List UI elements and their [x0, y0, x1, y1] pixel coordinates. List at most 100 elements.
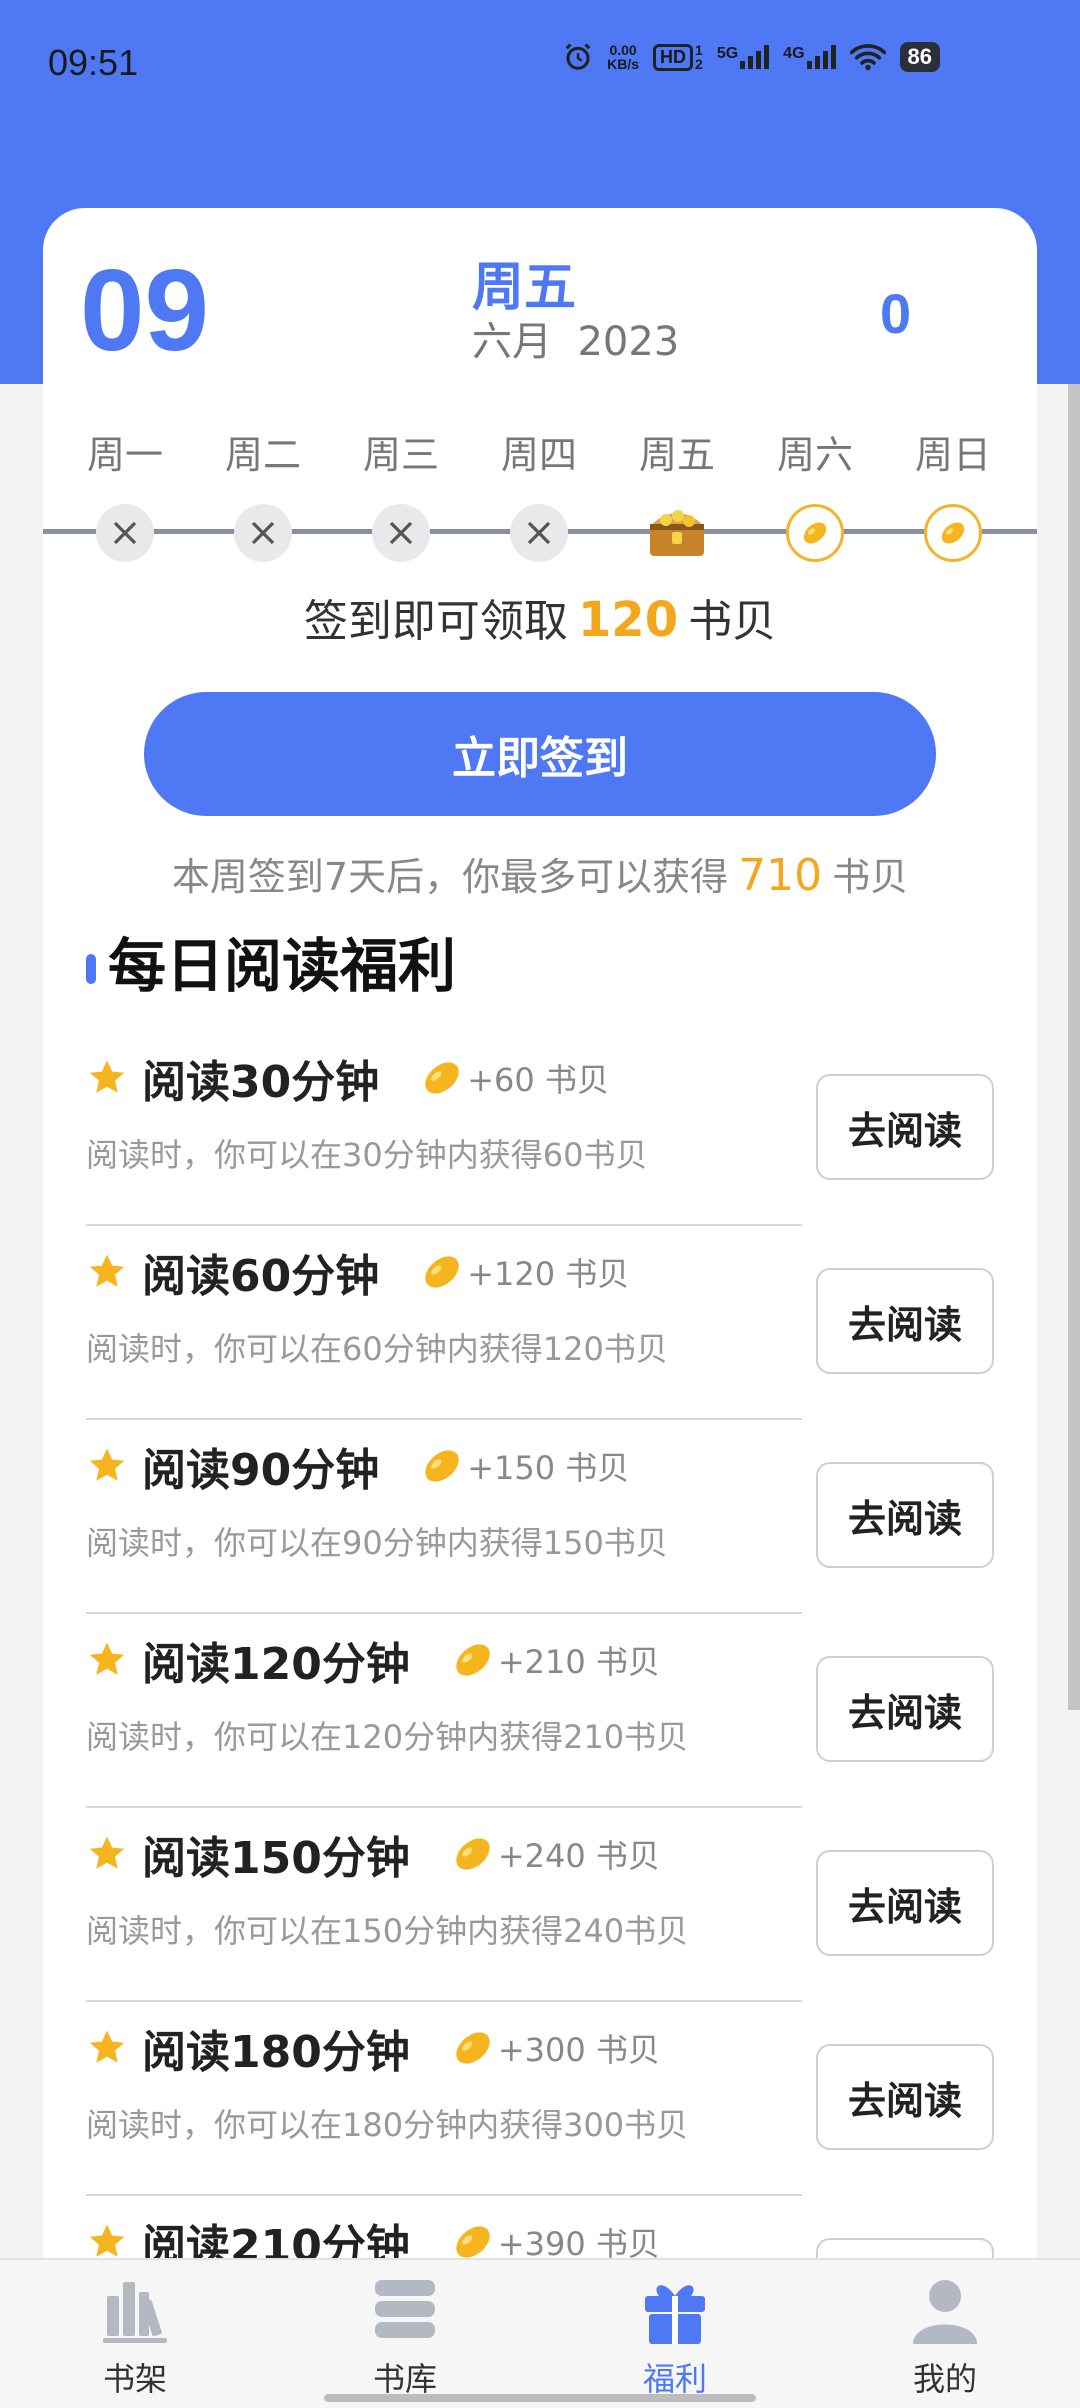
- battery-icon: 86: [899, 42, 940, 72]
- points-balance: 0: [880, 282, 912, 345]
- divider: [86, 1806, 802, 1808]
- divider: [86, 2000, 802, 2002]
- signal-bars-icon: [740, 45, 770, 69]
- nav-item-welfare[interactable]: 福利: [575, 2270, 775, 2400]
- date-day: 09: [80, 245, 210, 375]
- task-item: 阅读150分钟 +240 书贝阅读时，你可以在150分钟内获得240书贝 去阅读: [86, 1824, 1028, 2018]
- task-description: 阅读时，你可以在180分钟内获得300书贝: [86, 2106, 689, 2144]
- bean-coin-icon: [425, 1256, 459, 1288]
- task-reward: +60 书贝: [467, 1061, 609, 1099]
- week-labels: 周一 周二 周三 周四 周五 周六 周日: [82, 424, 1002, 478]
- week-label: 周二: [224, 433, 301, 477]
- task-description: 阅读时，你可以在120分钟内获得210书贝: [86, 1718, 689, 1756]
- bean-coin-icon: [425, 1450, 459, 1482]
- task-reward: +150 书贝: [467, 1449, 630, 1487]
- nav-item-bookshelf[interactable]: 书架: [35, 2270, 235, 2400]
- section-title: 每日阅读福利: [86, 930, 456, 1002]
- nav-item-profile[interactable]: 我的: [845, 2270, 1045, 2400]
- day-missed-icon: [96, 504, 154, 562]
- task-reward: +120 书贝: [467, 1255, 630, 1293]
- gift-icon: [645, 2285, 705, 2344]
- date-month-year: 六月 2023: [472, 319, 680, 365]
- bean-coin-icon: [425, 1062, 459, 1094]
- task-header: 阅读150分钟 +240 书贝: [86, 1824, 660, 1884]
- divider: [86, 1418, 802, 1420]
- nav-item-library[interactable]: 书库: [305, 2270, 505, 2400]
- hd-indicator: HD 12: [653, 43, 703, 71]
- divider: [86, 1224, 802, 1226]
- task-reward: +210 书贝: [497, 1643, 660, 1681]
- task-description: 阅读时，你可以在60分钟内获得120书贝: [86, 1330, 668, 1368]
- week-label: 周六: [776, 433, 853, 477]
- week-label: 周三: [362, 433, 439, 477]
- task-description: 阅读时，你可以在30分钟内获得60书贝: [86, 1136, 648, 1174]
- go-read-button[interactable]: 去阅读: [816, 1850, 994, 1956]
- home-indicator[interactable]: [324, 2394, 756, 2402]
- task-item: 阅读60分钟 +120 书贝阅读时，你可以在60分钟内获得120书贝 去阅读: [86, 1242, 1028, 1436]
- nav-label: 书架: [102, 2360, 167, 2398]
- bean-coin-icon: [456, 1644, 490, 1676]
- week-label: 周四: [500, 433, 577, 477]
- library-icon: [375, 2280, 435, 2338]
- net-speed: 0.00 KB/s: [607, 42, 640, 72]
- task-reward: +300 书贝: [497, 2031, 660, 2069]
- week-label: 周日: [914, 433, 991, 477]
- star-icon: [89, 1642, 125, 1675]
- week-label: 周五: [638, 433, 715, 477]
- go-read-button[interactable]: 去阅读: [816, 1462, 994, 1568]
- week-label: 周一: [86, 433, 163, 477]
- day-missed-icon: [234, 504, 292, 562]
- task-header: 阅读120分钟 +210 书贝: [86, 1630, 660, 1690]
- star-icon: [89, 1836, 125, 1869]
- bottom-nav: 书架 书库 福利 我的: [0, 2258, 1080, 2408]
- task-title: 阅读90分钟: [142, 1445, 380, 1496]
- scrollbar[interactable]: [1068, 384, 1080, 1710]
- day-missed-icon: [510, 504, 568, 562]
- star-icon: [89, 1254, 125, 1287]
- status-icons: 0.00 KB/s HD 12 5G 4G 86: [563, 42, 940, 72]
- task-title: 阅读30分钟: [142, 1057, 380, 1108]
- task-reward: +240 书贝: [497, 1837, 660, 1875]
- signin-reward-hint: 签到即可领取 120 书贝: [303, 592, 777, 648]
- status-bar: 09:51 0.00 KB/s HD 12 5G 4G 86: [0, 0, 1080, 128]
- task-title: 阅读120分钟: [142, 1639, 410, 1690]
- treasure-chest-icon[interactable]: [642, 496, 712, 566]
- star-icon: [89, 1060, 125, 1093]
- task-header: 阅读90分钟 +150 书贝: [86, 1436, 629, 1496]
- bean-coin-icon: [786, 504, 844, 562]
- star-icon: [89, 1448, 125, 1481]
- go-read-button[interactable]: 去阅读: [816, 2044, 994, 2150]
- signin-button[interactable]: 立即签到: [144, 692, 936, 816]
- task-title: 阅读180分钟: [142, 2027, 410, 2078]
- bean-coin-icon: [456, 2032, 490, 2064]
- go-read-button[interactable]: 去阅读: [816, 1656, 994, 1762]
- star-icon: [89, 2030, 125, 2063]
- go-read-button[interactable]: 去阅读: [816, 1268, 994, 1374]
- bean-coin-icon: [924, 504, 982, 562]
- task-header: 阅读180分钟 +300 书贝: [86, 2018, 660, 2078]
- wifi-icon: [849, 44, 886, 71]
- week-reward-hint: 本周签到7天后，你最多可以获得 710 书贝: [171, 850, 909, 901]
- task-item: 阅读180分钟 +300 书贝阅读时，你可以在180分钟内获得300书贝 去阅读: [86, 2018, 1028, 2212]
- task-title: 阅读60分钟: [142, 1251, 380, 1302]
- task-item: 阅读30分钟 +60 书贝阅读时，你可以在30分钟内获得60书贝 去阅读: [86, 1048, 1028, 1242]
- nav-label: 我的: [912, 2360, 977, 2398]
- divider: [86, 2194, 802, 2196]
- profile-icon: [913, 2280, 977, 2344]
- signal-4g: 4G: [783, 45, 836, 69]
- task-title: 阅读150分钟: [142, 1833, 410, 1884]
- bean-coin-icon: [456, 1838, 490, 1870]
- day-missed-icon: [372, 504, 430, 562]
- task-description: 阅读时，你可以在90分钟内获得150书贝: [86, 1524, 668, 1562]
- task-header: 阅读30分钟 +60 书贝: [86, 1048, 609, 1108]
- status-time: 09:51: [48, 42, 139, 83]
- task-item: 阅读90分钟 +150 书贝阅读时，你可以在90分钟内获得150书贝 去阅读: [86, 1436, 1028, 1630]
- signal-bars-icon: [806, 45, 836, 69]
- task-description: 阅读时，你可以在150分钟内获得240书贝: [86, 1912, 689, 1950]
- go-read-button[interactable]: 去阅读: [816, 1074, 994, 1180]
- star-icon: [89, 2224, 125, 2257]
- alarm-icon: [565, 43, 591, 70]
- task-header: 阅读60分钟 +120 书贝: [86, 1242, 629, 1302]
- signal-5g: 5G: [717, 45, 770, 69]
- task-item: 阅读120分钟 +210 书贝阅读时，你可以在120分钟内获得210书贝 去阅读: [86, 1630, 1028, 1824]
